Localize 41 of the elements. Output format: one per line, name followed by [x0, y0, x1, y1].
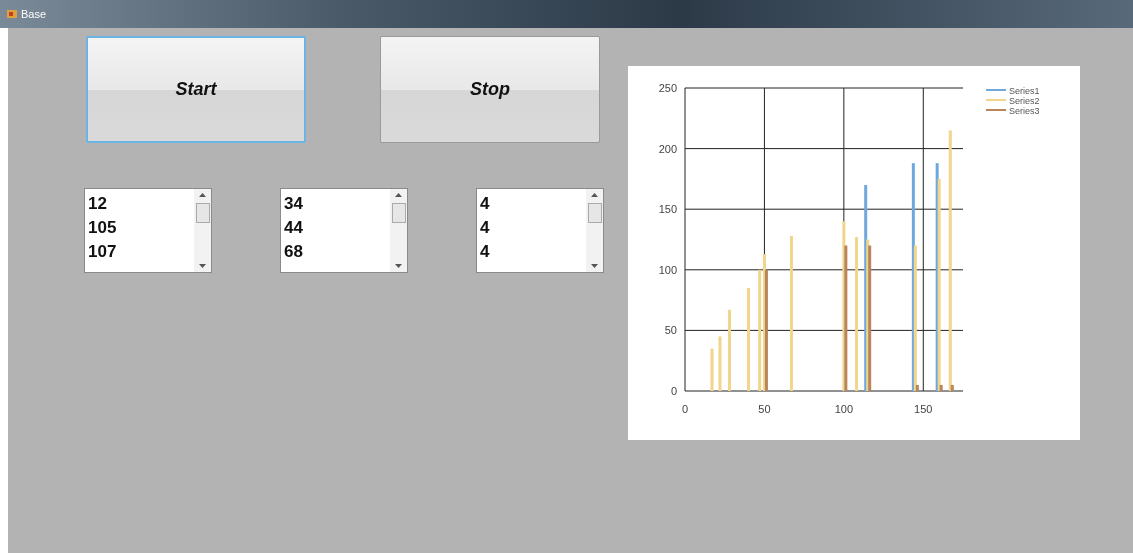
list-item[interactable]: 105 [88, 216, 194, 240]
window-title: Base [21, 8, 47, 20]
scroll-thumb[interactable] [391, 203, 406, 223]
scroll-up-icon[interactable] [395, 193, 402, 197]
axis-label: 0 [681, 403, 689, 415]
axis-label: 50 [758, 403, 771, 415]
scrollbar[interactable] [194, 189, 211, 272]
action-button[interactable]: Start [86, 36, 306, 143]
scrollbar[interactable] [390, 189, 407, 272]
axis-label: 200 [658, 142, 677, 155]
list-box[interactable]: 12 105 107 [84, 188, 212, 273]
list-item[interactable]: 34 [284, 192, 390, 216]
legend-label: Series3 [1009, 106, 1040, 116]
scroll-down-icon[interactable] [199, 264, 206, 268]
list-item[interactable]: 4 [480, 216, 586, 240]
axis-label: 0 [670, 385, 677, 397]
scroll-thumb[interactable] [195, 203, 210, 223]
scrollbar[interactable] [586, 189, 603, 272]
list-item[interactable]: 4 [480, 240, 586, 264]
list-box[interactable]: 34 44 68 [280, 188, 408, 273]
legend-label: Series1 [1009, 86, 1040, 96]
scroll-down-icon[interactable] [395, 264, 402, 268]
axis-label: 50 [664, 324, 677, 337]
axis-label: 250 [658, 82, 677, 94]
list-item[interactable]: 12 [88, 192, 194, 216]
axis-label: 100 [658, 263, 677, 276]
action-button[interactable]: Stop [380, 36, 600, 143]
app-icon [6, 8, 18, 20]
axis-label: 150 [658, 203, 677, 216]
list-box[interactable]: 4 4 4 [476, 188, 604, 273]
list-item[interactable]: 107 [88, 240, 194, 264]
scroll-up-icon[interactable] [199, 193, 206, 197]
scroll-down-icon[interactable] [591, 264, 598, 268]
legend-label: Series2 [1009, 96, 1040, 106]
scroll-up-icon[interactable] [591, 193, 598, 197]
axis-label: 100 [834, 403, 854, 415]
list-item[interactable]: 4 [480, 192, 586, 216]
list-item[interactable]: 68 [284, 240, 390, 264]
scroll-thumb[interactable] [587, 203, 602, 223]
list-item[interactable]: 44 [284, 216, 390, 240]
axis-label: 150 [914, 403, 933, 415]
